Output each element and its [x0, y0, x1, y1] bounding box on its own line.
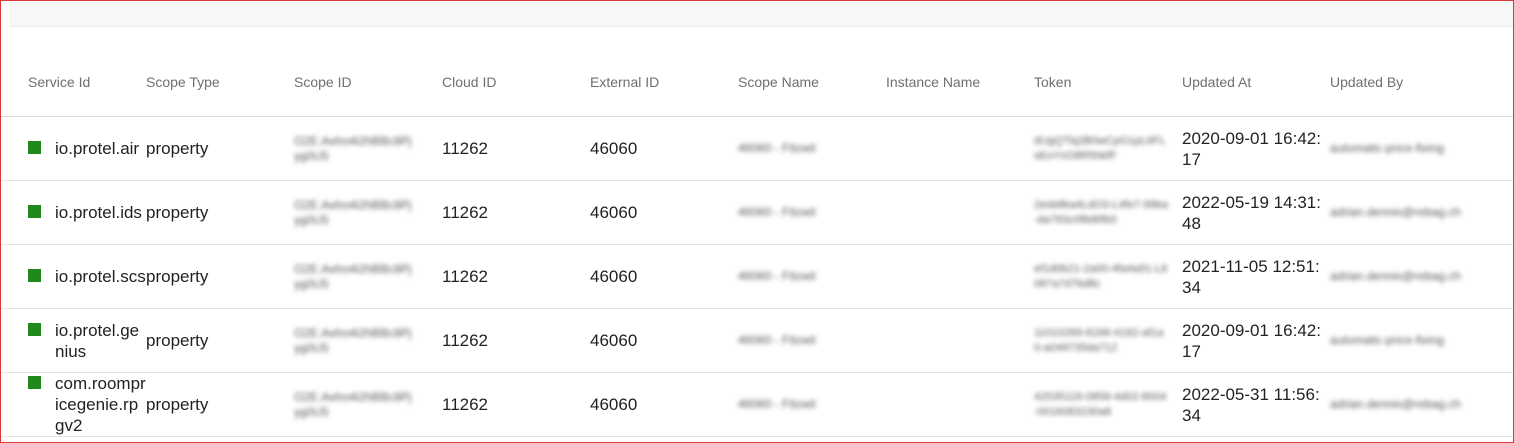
instance-name — [886, 116, 1034, 181]
table-row[interactable]: io.protel.scs property O2E.Aeho4i2hBBc8P… — [1, 244, 1513, 309]
column-header-scope-name[interactable]: Scope Name — [738, 48, 886, 117]
scope-id: O2E.Aeho4i2hBBc8Pjyg0U5 — [294, 261, 412, 291]
updated-at: 2021-11-05 12:51:34 — [1182, 256, 1320, 297]
updated-by: automatic-price-fixing — [1330, 141, 1445, 155]
scope-id: O2E.Aeho4i2hBBc8Pjyg0U5 — [294, 325, 412, 355]
updated-by: automatic-price-fixing — [1330, 333, 1445, 347]
service-id-cell: com.roompricegenie.rpgv2 — [1, 372, 146, 437]
token: dUgQTlq2B0wCpG1pL6FLsEoYnO8R5hkfF — [1034, 134, 1166, 162]
scope-type: property — [146, 116, 294, 181]
instance-name — [886, 372, 1034, 437]
updated-by: adrian.dennis@rebag.ch — [1330, 397, 1461, 411]
service-id-cell: io.protel.scs — [1, 244, 146, 309]
service-id: io.protel.ids — [55, 203, 142, 222]
table-header-row: Service Id Scope Type Scope ID Cloud ID … — [1, 48, 1513, 117]
table-row[interactable]: io.protel.ids property O2E.Aeho4i2hBBc8P… — [1, 180, 1513, 245]
scope-type: property — [146, 308, 294, 373]
column-header-cloud-id[interactable]: Cloud ID — [442, 48, 590, 117]
status-indicator — [28, 322, 41, 336]
table-row[interactable]: io.protel.air property O2E.Aeho4i2hBBc8P… — [1, 116, 1513, 181]
scope-id: O2E.Aeho4i2hBBc8Pjyg0U5 — [294, 197, 412, 227]
cloud-id: 11262 — [442, 116, 590, 181]
scope-type: property — [146, 244, 294, 309]
column-header-external-id[interactable]: External ID — [590, 48, 738, 117]
scope-name: 46060 - Fitzwil — [738, 205, 816, 219]
service-id-cell: io.protel.ids — [1, 180, 146, 245]
column-header-scope-id[interactable]: Scope ID — [294, 48, 442, 117]
cloud-id: 11262 — [442, 244, 590, 309]
cloud-id: 11262 — [442, 180, 590, 245]
external-id: 46060 — [590, 244, 738, 309]
status-indicator — [28, 205, 41, 218]
column-header-scope-type[interactable]: Scope Type — [146, 48, 294, 117]
column-header-updated-at[interactable]: Updated At — [1182, 48, 1330, 117]
service-id: com.roompricegenie.rpgv2 — [55, 374, 146, 435]
external-id: 46060 — [590, 180, 738, 245]
column-header-instance-name[interactable]: Instance Name — [886, 48, 1034, 117]
app-frame: Service Id Scope Type Scope ID Cloud ID … — [0, 0, 1514, 443]
service-id: io.protel.scs — [55, 267, 146, 286]
services-table: Service Id Scope Type Scope ID Cloud ID … — [1, 48, 1513, 437]
status-indicator — [28, 269, 41, 282]
instance-name — [886, 180, 1034, 245]
updated-at: 2022-05-31 11:56:34 — [1182, 384, 1320, 425]
service-id-cell: io.protel.air — [1, 116, 146, 181]
scope-name: 46060 - Fitzwil — [738, 397, 816, 411]
column-header-updated-by[interactable]: Updated By — [1330, 48, 1513, 117]
instance-name — [886, 308, 1034, 373]
external-id: 46060 — [590, 372, 738, 437]
table-row[interactable]: com.roompricegenie.rpgv2 property O2E.Ae… — [1, 372, 1513, 437]
updated-by: adrian.dennis@rebag.ch — [1330, 205, 1461, 219]
external-id: 46060 — [590, 116, 738, 181]
service-id: io.protel.genius — [55, 320, 140, 361]
status-indicator — [28, 376, 41, 389]
column-header-token[interactable]: Token — [1034, 48, 1182, 117]
updated-at: 2020-09-01 16:42:17 — [1182, 320, 1321, 361]
scope-type: property — [146, 372, 294, 437]
instance-name — [886, 244, 1034, 309]
service-id-cell: io.protel.genius — [1, 308, 146, 373]
scope-name: 46060 - Fitzwil — [738, 333, 816, 347]
scope-type: property — [146, 180, 294, 245]
updated-at: 2022-05-19 14:31:48 — [1182, 192, 1321, 233]
toolbar-strip — [9, 1, 1513, 27]
external-id: 46060 — [590, 308, 738, 373]
token: ef1d0b21-2a00-4fa4a91-L6087a7d7bd8c — [1034, 262, 1168, 290]
status-indicator — [28, 141, 41, 154]
updated-by: adrian.dennis@rebag.ch — [1330, 269, 1461, 283]
scope-id: O2E.Aeho4i2hBBc8Pjyg0U5 — [294, 133, 412, 163]
cloud-id: 11262 — [442, 308, 590, 373]
cloud-id: 11262 — [442, 372, 590, 437]
token: 2esb8ka4LdO3-L4fe7-99ba-da783c0f8d6fb0 — [1034, 198, 1168, 226]
token: 11010289-8168-4182-af1a0-a049735da712 — [1034, 326, 1164, 354]
scope-id: O2E.Aeho4i2hBBc8Pjyg0U5 — [294, 389, 412, 419]
scope-name: 46060 - Fitzwil — [738, 269, 816, 283]
table-row[interactable]: io.protel.genius property O2E.Aeho4i2hBB… — [1, 308, 1513, 373]
column-header-service-id[interactable]: Service Id — [1, 48, 146, 117]
scope-name: 46060 - Fitzwil — [738, 141, 816, 155]
service-id: io.protel.air — [55, 139, 140, 158]
updated-at: 2020-09-01 16:42:17 — [1182, 128, 1321, 169]
token: 42535118-0858-4d02-8004-0016083230a8 — [1034, 390, 1167, 418]
